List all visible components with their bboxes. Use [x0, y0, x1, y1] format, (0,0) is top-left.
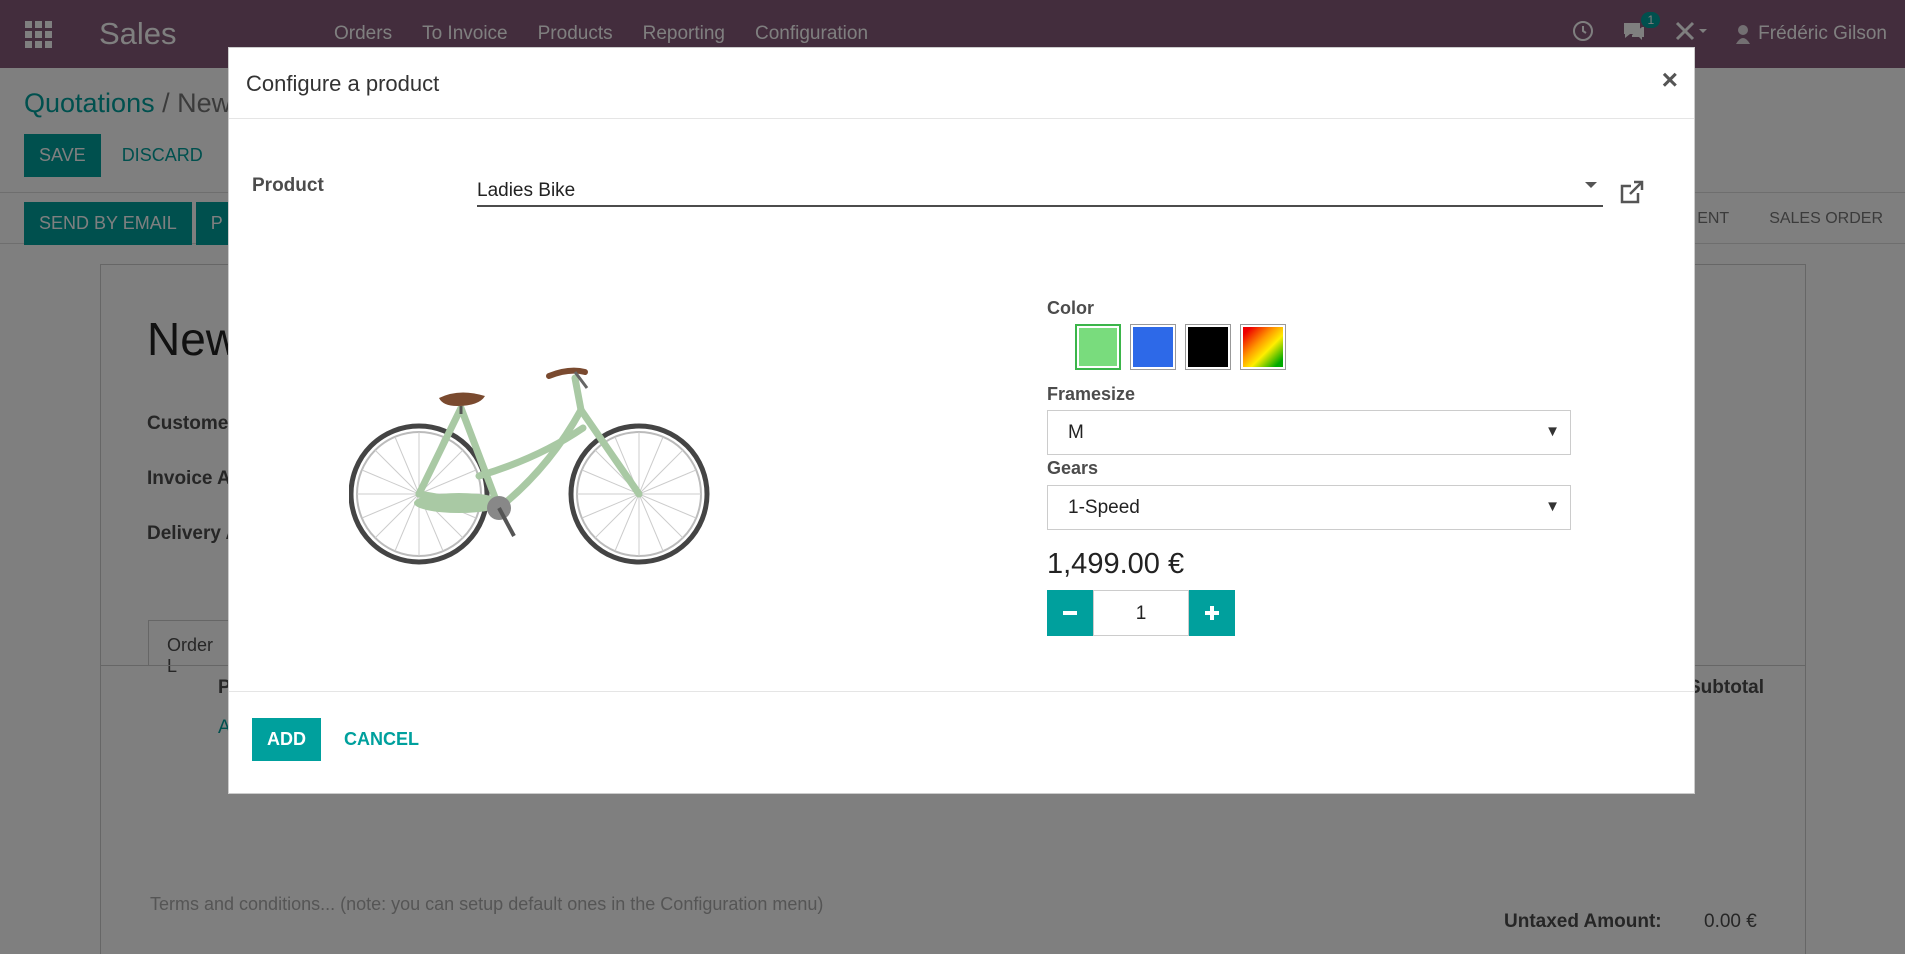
product-field[interactable]: Ladies Bike	[477, 169, 1603, 207]
gears-select[interactable]: 1-Speed ▼	[1047, 485, 1571, 530]
modal-footer: ADD CANCEL	[229, 691, 1694, 793]
modal-header: Configure a product ×	[229, 48, 1694, 119]
add-button[interactable]: ADD	[252, 718, 321, 761]
framesize-value: M	[1068, 422, 1084, 443]
framesize-label: Framesize	[1047, 384, 1136, 404]
product-price: 1,499.00 €	[1047, 548, 1185, 580]
product-label: Product	[252, 175, 324, 196]
decrease-quantity-button[interactable]	[1047, 590, 1093, 636]
cancel-button[interactable]: CANCEL	[329, 718, 434, 761]
color-label: Color	[1047, 298, 1094, 318]
gears-label: Gears	[1047, 458, 1099, 478]
product-image	[348, 358, 729, 588]
color-swatches	[1075, 324, 1286, 370]
color-swatch-blue[interactable]	[1130, 324, 1176, 370]
color-swatch-rainbow[interactable]	[1240, 324, 1286, 370]
modal-title: Configure a product	[246, 71, 440, 96]
gears-value: 1-Speed	[1068, 497, 1140, 518]
chevron-down-icon[interactable]	[1585, 182, 1597, 188]
framesize-select[interactable]: M ▼	[1047, 410, 1571, 455]
minus-icon	[1063, 611, 1077, 615]
external-link-icon[interactable]	[1618, 178, 1646, 206]
close-icon[interactable]: ×	[1662, 66, 1678, 94]
configure-product-dialog: Configure a product × Product Ladies Bik…	[228, 47, 1695, 794]
color-swatch-black[interactable]	[1185, 324, 1231, 370]
color-swatch-green[interactable]	[1075, 324, 1121, 370]
plus-icon	[1205, 606, 1219, 620]
increase-quantity-button[interactable]	[1189, 590, 1235, 636]
product-value: Ladies Bike	[477, 180, 576, 201]
quantity-input[interactable]: 1	[1093, 590, 1189, 636]
footer-buttons: ADD CANCEL	[252, 718, 434, 761]
select-caret-icon: ▼	[1545, 498, 1560, 515]
select-caret-icon: ▼	[1545, 423, 1560, 440]
quantity-stepper: 1	[1047, 590, 1235, 636]
